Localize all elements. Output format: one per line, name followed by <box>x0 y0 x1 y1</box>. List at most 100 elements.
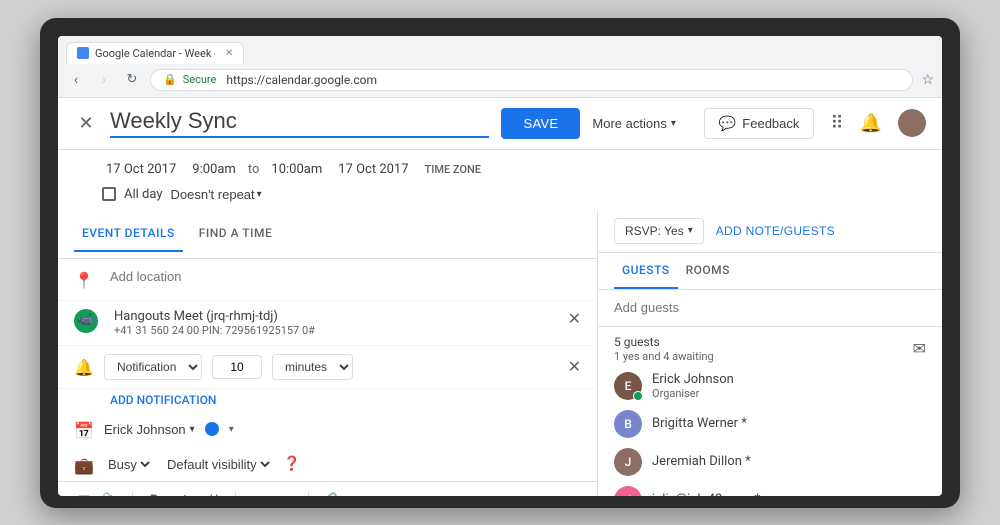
guest-item: J Jeremiah Dillon * <box>598 443 942 481</box>
notification-type-select[interactable]: Notification <box>104 354 202 380</box>
bookmark-icon[interactable]: ☆ <box>921 72 934 88</box>
hangouts-content: Hangouts Meet (jrq-rhmj-tdj) +41 31 560 … <box>114 309 552 337</box>
rsvp-button[interactable]: RSVP: Yes ▾ <box>614 218 704 244</box>
end-date-chip[interactable]: 17 Oct 2017 <box>334 160 412 179</box>
calendar-owner-label: Erick Johnson <box>104 422 186 437</box>
guest-name: Brigitta Werner * <box>652 416 747 431</box>
add-notification-link[interactable]: ADD NOTIFICATION <box>58 389 597 411</box>
notification-value-input[interactable] <box>212 355 262 379</box>
forward-button[interactable]: › <box>94 70 114 90</box>
calendar-icon: 📅 <box>74 421 94 440</box>
rsvp-action-row: RSVP: Yes ▾ ADD NOTE/GUESTS <box>598 210 942 253</box>
tab-find-a-time[interactable]: FIND A TIME <box>191 216 280 252</box>
hangouts-title[interactable]: Hangouts Meet (jrq-rhmj-tdj) <box>114 309 552 324</box>
toolbar-divider-3 <box>308 491 309 496</box>
calendar-color-chevron-icon: ▾ <box>229 424 234 435</box>
feedback-button[interactable]: 💬 Feedback <box>704 108 815 139</box>
more-actions-chevron-icon: ▾ <box>671 118 676 129</box>
location-field: 📍 <box>58 259 597 301</box>
underline-button[interactable]: U <box>201 488 227 496</box>
event-title-input[interactable] <box>110 108 489 138</box>
lock-icon: 🔒 <box>163 73 177 86</box>
allday-checkbox[interactable] <box>102 187 116 201</box>
back-button[interactable]: ‹ <box>66 70 86 90</box>
save-button[interactable]: SAVE <box>501 108 580 139</box>
hangouts-remove-icon[interactable]: ✕ <box>568 309 581 328</box>
guest-avatar: B <box>614 410 642 438</box>
notification-unit-select[interactable]: minutes <box>272 354 353 380</box>
add-note-button[interactable]: ADD NOTE/GUESTS <box>716 224 835 238</box>
attachment-button[interactable]: 📎 <box>98 488 124 496</box>
notification-remove-icon[interactable]: ✕ <box>568 357 581 376</box>
tab-rooms[interactable]: ROOMS <box>678 253 738 289</box>
guests-tabs: GUESTS ROOMS <box>598 253 942 290</box>
tab-event-details[interactable]: EVENT DETAILS <box>74 216 183 252</box>
allday-label: All day <box>124 187 163 202</box>
browser-bar: Google Calendar - Week of O... ✕ ‹ › ↻ 🔒… <box>58 36 942 98</box>
to-label: to <box>248 162 260 177</box>
guest-role: Organiser <box>652 387 734 400</box>
timezone-button[interactable]: TIME ZONE <box>425 163 481 176</box>
location-input[interactable] <box>110 269 581 284</box>
ordered-list-button[interactable]: ≡ <box>244 488 270 496</box>
status-row: 💼 Busy Default visibility ❓ <box>58 448 597 481</box>
feedback-icon: 💬 <box>719 115 736 132</box>
rsvp-label: RSVP: Yes <box>625 224 684 238</box>
italic-button[interactable]: I <box>171 488 197 496</box>
main-body: EVENT DETAILS FIND A TIME 📍 📹 <box>58 210 942 496</box>
end-time-chip[interactable]: 10:00am <box>267 160 326 179</box>
tab-favicon <box>77 47 89 59</box>
screen: Google Calendar - Week of O... ✕ ‹ › ↻ 🔒… <box>58 36 942 496</box>
left-panel: EVENT DETAILS FIND A TIME 📍 📹 <box>58 210 598 496</box>
notifications-icon[interactable]: 🔔 <box>860 113 882 134</box>
notification-icon: 🔔 <box>74 358 94 377</box>
app-content: ✕ SAVE More actions ▾ 💬 Feedback ⠿ 🔔 <box>58 98 942 496</box>
reload-button[interactable]: ↻ <box>122 70 142 90</box>
allday-row: All day Doesn't repeat ▾ <box>58 185 942 210</box>
rsvp-chevron-icon: ▾ <box>688 225 693 236</box>
guest-name: Erick JohnsonOrganiser <box>652 372 734 400</box>
guest-item: Jjulie@ink-42.com * <box>598 481 942 496</box>
email-icon[interactable]: ✉ <box>913 339 926 358</box>
browser-tab[interactable]: Google Calendar - Week of O... ✕ <box>66 42 244 64</box>
guest-name: julie@ink-42.com * <box>652 492 760 496</box>
more-actions-button[interactable]: More actions ▾ <box>592 116 675 131</box>
status-select[interactable]: Busy <box>104 456 153 473</box>
guests-count-label: 5 guests <box>614 335 660 349</box>
start-time-chip[interactable]: 9:00am <box>188 160 240 179</box>
apps-icon[interactable]: ⠿ <box>830 113 843 134</box>
toolbar-divider-1 <box>132 491 133 496</box>
guests-awaiting-label: 1 yes and 4 awaiting <box>614 350 714 363</box>
address-bar[interactable]: 🔒 Secure https://calendar.google.com <box>150 69 913 91</box>
address-text: https://calendar.google.com <box>226 73 377 87</box>
bold-button[interactable]: B <box>141 488 167 496</box>
calendar-dropdown[interactable]: Erick Johnson ▾ <box>104 422 195 437</box>
start-date-chip[interactable]: 17 Oct 2017 <box>102 160 180 179</box>
calendar-dropdown-chevron-icon: ▾ <box>190 424 195 435</box>
guest-avatar: J <box>614 448 642 476</box>
header-right: 💬 Feedback ⠿ 🔔 <box>704 108 926 139</box>
organiser-badge <box>633 391 643 401</box>
feedback-label: Feedback <box>742 116 799 131</box>
link-button[interactable]: 🔗 <box>317 488 343 496</box>
guest-name: Jeremiah Dillon * <box>652 454 751 469</box>
tab-title: Google Calendar - Week of O... <box>95 47 215 60</box>
hangouts-row: 📹 Hangouts Meet (jrq-rhmj-tdj) +41 31 56… <box>58 301 597 346</box>
add-guests-input[interactable] <box>614 300 926 315</box>
rsvp-row: EVENT DETAILS FIND A TIME <box>58 210 597 259</box>
calendar-row: 📅 Erick Johnson ▾ ▾ <box>58 411 597 448</box>
secure-label: Secure <box>183 73 217 86</box>
tab-close-icon[interactable]: ✕ <box>225 48 233 59</box>
avatar[interactable] <box>898 109 926 137</box>
help-icon[interactable]: ❓ <box>283 456 300 472</box>
visibility-select[interactable]: Default visibility <box>163 456 273 473</box>
repeat-dropdown[interactable]: Doesn't repeat ▾ <box>171 187 262 202</box>
app-header: ✕ SAVE More actions ▾ 💬 Feedback ⠿ 🔔 <box>58 98 942 150</box>
calendar-color-dot <box>205 422 219 436</box>
unordered-list-button[interactable]: ≡ <box>274 488 300 496</box>
briefcase-icon: 💼 <box>74 456 94 475</box>
close-button[interactable]: ✕ <box>74 113 98 134</box>
notification-row: 🔔 Notification minutes ✕ <box>58 346 597 389</box>
strikethrough-button[interactable]: S̶ <box>347 488 373 496</box>
tab-guests[interactable]: GUESTS <box>614 253 678 289</box>
